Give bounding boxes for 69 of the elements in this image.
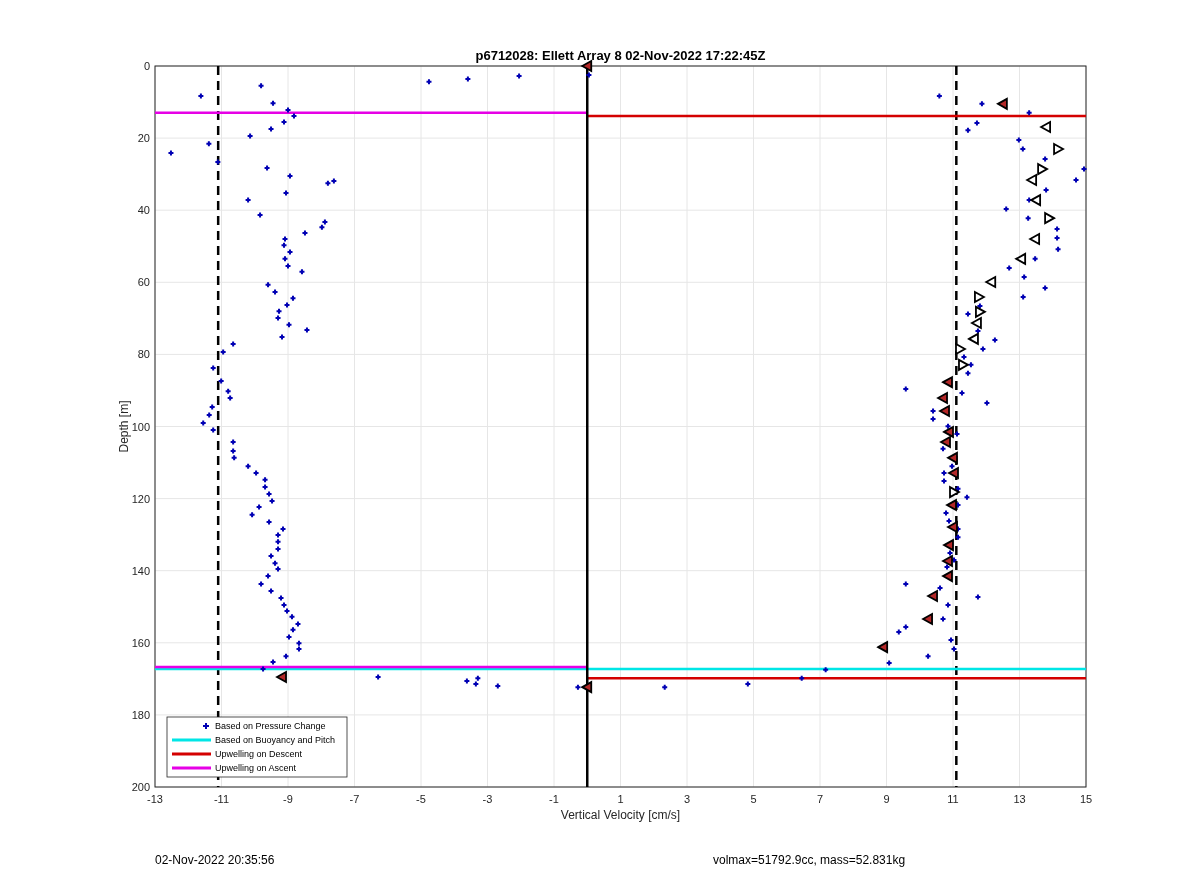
y-tick-label: 180 xyxy=(131,708,150,721)
triangle-marker xyxy=(580,680,593,694)
triangle-marker xyxy=(921,612,933,626)
x-tick-label: 9 xyxy=(883,793,890,805)
x-axis-label: Vertical Velocity [cm/s] xyxy=(560,808,681,822)
x-tick-label: 1 xyxy=(617,793,624,805)
triangle-marker xyxy=(996,97,1008,111)
triangle-marker xyxy=(1029,193,1042,207)
legend-label: Upwelling on Descent xyxy=(215,749,303,759)
legend-label: Upwelling on Ascent xyxy=(215,763,297,773)
triangle-marker xyxy=(975,305,987,319)
triangle-marker xyxy=(941,569,953,583)
x-tick-label: 7 xyxy=(816,793,824,805)
legend-label: Based on Buoyancy and Pitch xyxy=(215,735,336,745)
triangle-marker xyxy=(936,391,948,405)
triangle-marker xyxy=(974,290,986,304)
y-axis-label: Depth [m] xyxy=(117,400,131,453)
triangle-marker xyxy=(1028,232,1041,246)
x-tick-label: -1 xyxy=(549,793,559,805)
x-tick-label: 3 xyxy=(683,793,691,805)
x-tick-label: 11 xyxy=(947,793,959,805)
x-tick-label: -7 xyxy=(349,793,360,805)
timestamp: 02-Nov-2022 20:35:56 xyxy=(155,853,276,867)
triangle-marker xyxy=(1053,142,1065,156)
triangle-marker xyxy=(938,404,950,418)
triangle-marker xyxy=(941,375,953,389)
triangle-marker xyxy=(941,554,953,568)
x-tick-label: 5 xyxy=(750,793,757,805)
triangle-marker xyxy=(958,358,970,372)
triangle-marker xyxy=(946,520,958,534)
x-tick-label: -11 xyxy=(213,793,230,805)
triangle-marker xyxy=(939,435,951,449)
triangle-marker xyxy=(949,485,961,499)
triangle-marker xyxy=(1039,120,1051,134)
y-tick-label: 140 xyxy=(131,564,150,577)
triangle-marker xyxy=(942,538,954,552)
triangle-marker xyxy=(926,589,938,603)
x-tick-label: 15 xyxy=(1079,793,1093,805)
y-tick-label: 40 xyxy=(137,204,150,217)
y-tick-label: 120 xyxy=(131,492,150,505)
triangle-marker xyxy=(1037,162,1049,176)
y-tick-label: 60 xyxy=(137,276,150,289)
chart-title: p6712028: Ellett Array 8 02-Nov-2022 17:22:45Z xyxy=(475,48,766,63)
triangle-marker xyxy=(1044,211,1056,225)
y-tick-label: 20 xyxy=(137,132,150,145)
triangle-marker xyxy=(947,466,959,480)
legend-label: Based on Pressure Change xyxy=(215,721,326,731)
y-tick-label: 160 xyxy=(131,636,150,649)
x-tick-label: 13 xyxy=(1013,793,1026,805)
triangle-marker xyxy=(1025,173,1038,187)
triangle-marker xyxy=(945,498,957,512)
triangle-marker xyxy=(967,332,979,346)
figure-info: volmax=51792.9cc, mass=52.831kg xyxy=(713,853,906,867)
y-tick-label: 80 xyxy=(137,348,150,361)
triangle-marker xyxy=(984,275,997,289)
x-tick-label: -9 xyxy=(283,793,293,805)
y-tick-label: 100 xyxy=(131,420,150,433)
triangle-marker xyxy=(1014,252,1027,266)
triangle-marker xyxy=(946,451,958,465)
y-tick-label: 200 xyxy=(131,781,150,793)
y-tick-label: 0 xyxy=(143,60,150,72)
triangle-marker xyxy=(942,425,954,439)
triangle-marker xyxy=(876,640,889,654)
x-tick-label: -13 xyxy=(147,793,163,805)
x-tick-label: -3 xyxy=(482,793,493,805)
triangle-marker xyxy=(955,342,967,356)
triangle-marker xyxy=(275,670,287,684)
x-tick-label: -5 xyxy=(416,793,426,805)
triangle-marker xyxy=(970,316,982,330)
